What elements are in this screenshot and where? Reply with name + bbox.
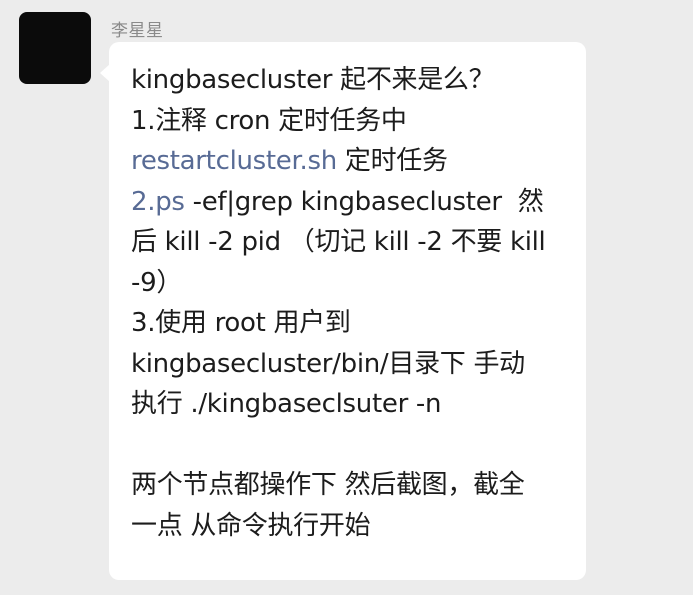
message-line-2: 1.注释 cron 定时任务中 [131,105,407,136]
message-line-9: 执行 ./kingbaseclsuter -n [131,389,442,419]
message-line-8: kingbasecluster/bin/目录下 手动 [131,348,525,379]
message-line-3: restartcluster.sh 定时任务 [131,146,448,176]
message-line-7: 3.使用 root 用户到 [131,308,351,338]
sender-name: 李星星 [111,21,164,41]
message-line-11: 一点 从命令执行开始 [131,510,371,541]
message-line-1: kingbasecluster 起不来是么？ [131,65,495,95]
message-line-6: -9） [131,267,183,298]
message-line-5: 后 kill -2 pid （切记 kill -2 不要 kill [131,227,546,257]
link-ps[interactable]: 2.ps [131,187,185,217]
message-bubble[interactable]: kingbasecluster 起不来是么？ 1.注释 cron 定时任务中 r… [100,42,586,580]
link-restartcluster[interactable]: restartcluster.sh [131,146,337,176]
message-line-blank [131,425,566,466]
message-line-10: 两个节点都操作下 然后截图，截全 [131,470,525,500]
avatar[interactable] [19,12,91,84]
message-line-4: 2.ps -ef|grep kingbasecluster 然 [131,186,544,217]
